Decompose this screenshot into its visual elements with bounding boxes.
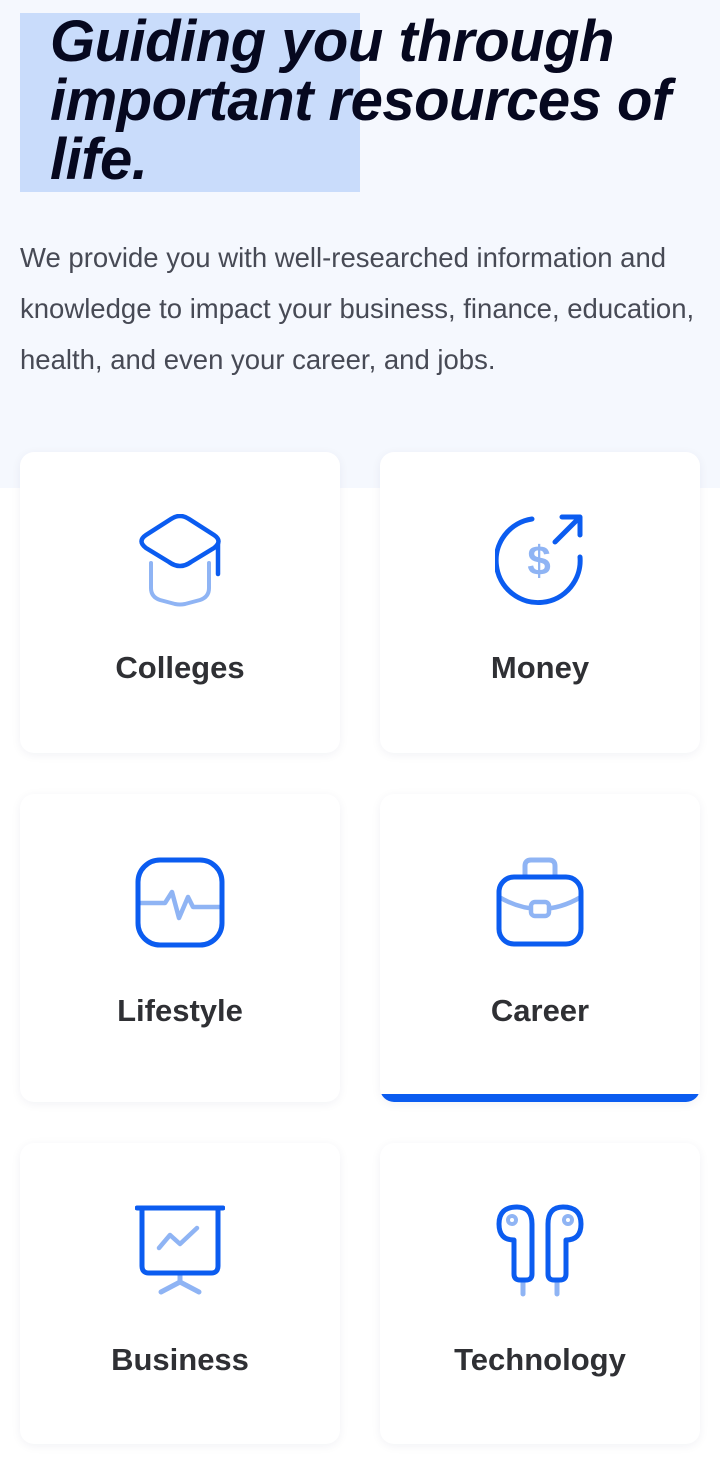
briefcase-icon [495, 855, 585, 949]
page: Guiding you through important resources … [0, 0, 720, 1480]
intro-paragraph: We provide you with well-researched info… [20, 242, 695, 375]
category-label: Colleges [115, 650, 245, 685]
category-label: Business [111, 1342, 249, 1377]
category-card-lifestyle[interactable]: Lifestyle [20, 794, 340, 1102]
earbuds-icon [495, 1204, 585, 1298]
category-label: Money [490, 650, 590, 685]
presentation-board-icon [135, 1204, 225, 1298]
category-card-colleges[interactable]: Colleges [20, 452, 340, 753]
category-label: Technology [454, 1342, 626, 1377]
svg-text:$: $ [527, 537, 550, 584]
category-label: Career [490, 993, 590, 1028]
category-card-career[interactable]: Career [380, 794, 700, 1102]
category-label: Lifestyle [117, 993, 243, 1028]
page-headline: Guiding you through important resources … [50, 9, 671, 192]
heartbeat-icon [135, 855, 225, 949]
category-card-money[interactable]: $ Money [380, 452, 700, 753]
graduation-cap-icon [135, 514, 225, 608]
category-card-business[interactable]: Business [20, 1143, 340, 1444]
category-card-technology[interactable]: Technology [380, 1143, 700, 1444]
dollar-growth-icon: $ [495, 514, 585, 608]
